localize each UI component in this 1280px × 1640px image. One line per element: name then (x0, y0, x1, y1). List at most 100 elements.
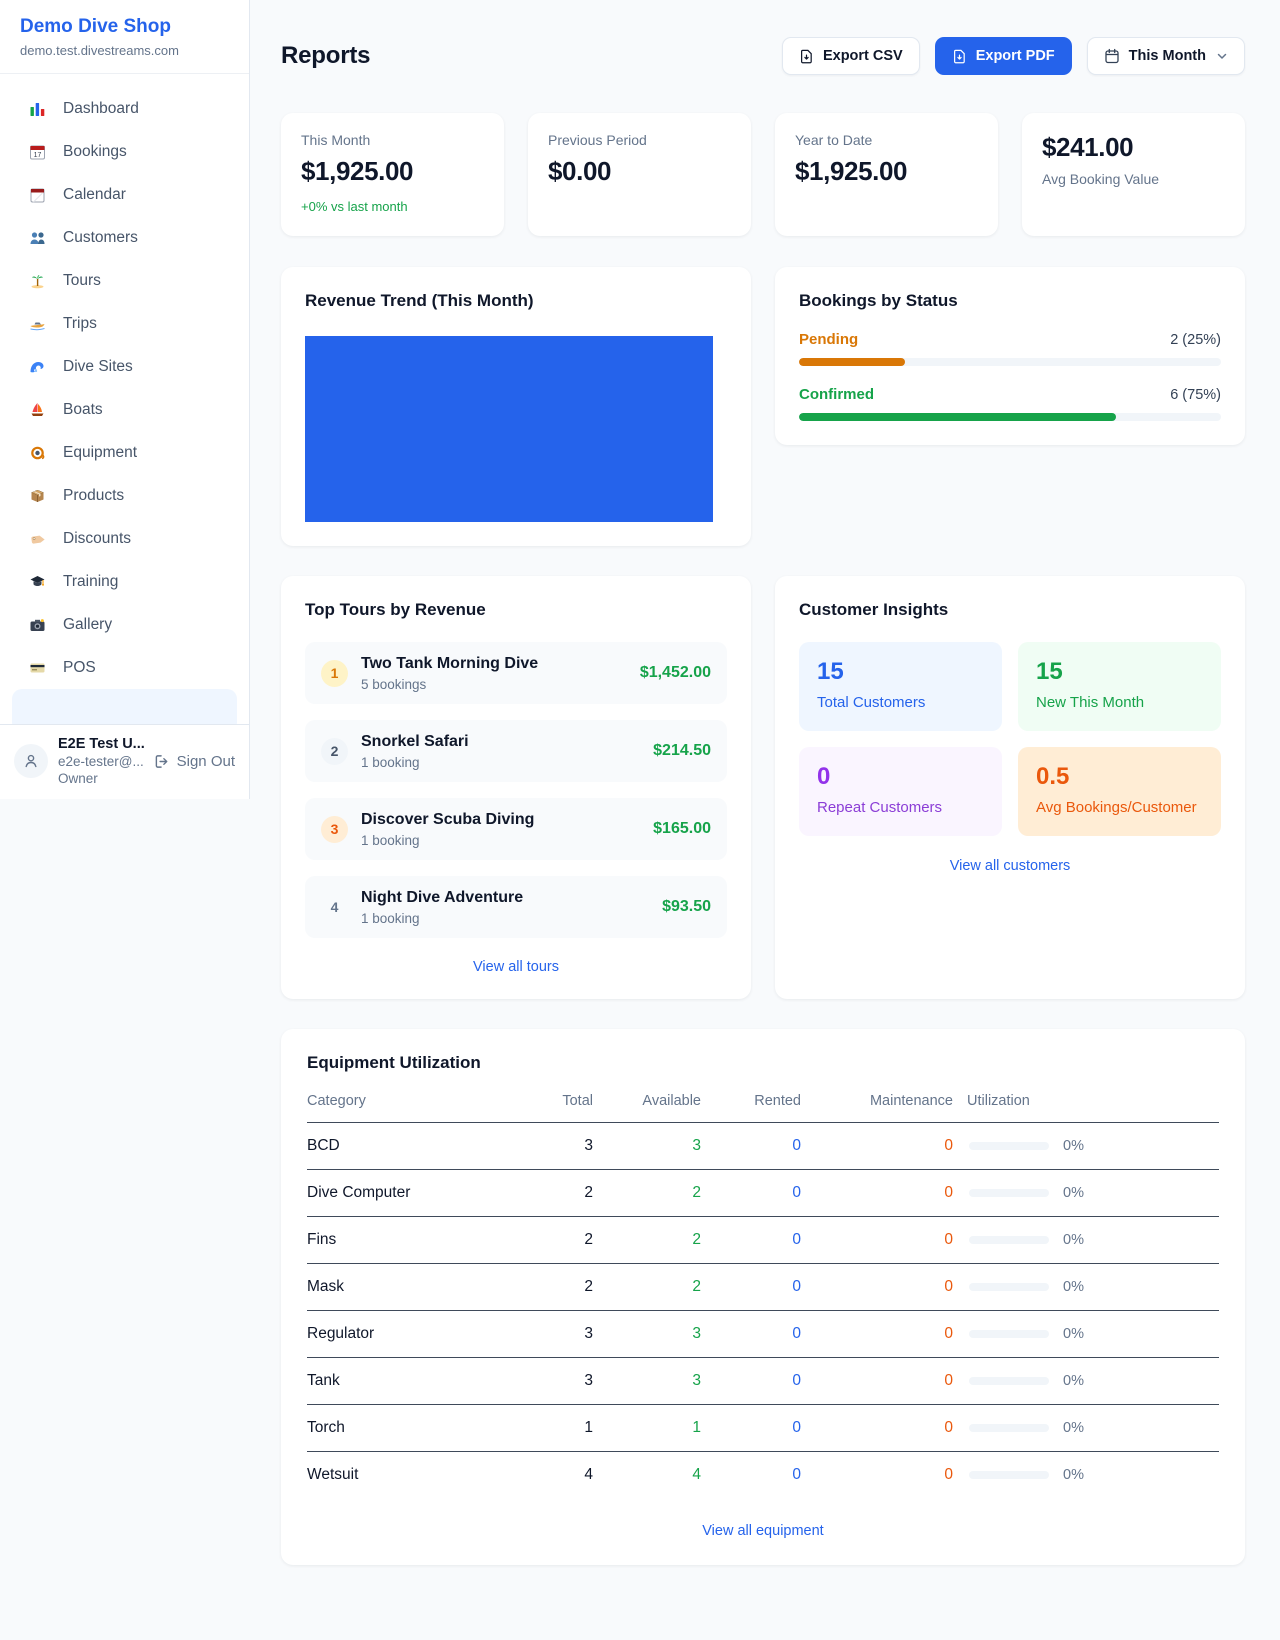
progress-track (799, 358, 1221, 366)
sidebar-item-label: Dashboard (63, 100, 139, 118)
sidebar-item-products[interactable]: Products (12, 474, 237, 517)
column-header-rented: Rented (715, 1093, 815, 1123)
chevron-down-icon (1216, 50, 1228, 62)
sidebar-item-pos[interactable]: POS (12, 646, 237, 689)
tour-name: Two Tank Morning Dive (361, 654, 627, 674)
top-tours-title: Top Tours by Revenue (305, 600, 727, 620)
row-charts: Revenue Trend (This Month) Bookings by S… (281, 267, 1245, 546)
sidebar-item-calendar[interactable]: Calendar (12, 173, 237, 216)
sign-out-button[interactable]: Sign Out (154, 753, 235, 770)
sidebar-item-reports-active[interactable] (12, 689, 237, 724)
user-email: e2e-tester@... (58, 754, 144, 769)
tour-row: 3 Discover Scuba Diving 1 booking $165.0… (305, 798, 727, 860)
insight-tile-total-customers: 15 Total Customers (799, 642, 1002, 731)
sidebar-item-trips[interactable]: Trips (12, 302, 237, 345)
sidebar-item-label: Training (63, 573, 118, 591)
table-row: Regulator 3 3 0 0 0% (307, 1311, 1219, 1358)
cell-total: 2 (535, 1170, 607, 1217)
tour-name: Discover Scuba Diving (361, 810, 640, 830)
stat-label: Previous Period (548, 132, 731, 148)
view-all-tours-link[interactable]: View all tours (305, 959, 727, 975)
sign-out-icon (154, 754, 170, 769)
cell-rented: 0 (715, 1452, 815, 1499)
progress-track (799, 413, 1221, 421)
cell-category: Regulator (307, 1311, 535, 1358)
sign-out-label: Sign Out (177, 753, 235, 770)
status-label: Pending (799, 331, 858, 348)
tour-revenue: $165.00 (653, 820, 711, 838)
cell-total: 4 (535, 1452, 607, 1499)
sidebar-item-dashboard[interactable]: Dashboard (12, 87, 237, 130)
sidebar-item-tours[interactable]: Tours (12, 259, 237, 302)
table-header-row: Category Total Available Rented Maintena… (307, 1093, 1219, 1123)
cell-available: 2 (607, 1170, 715, 1217)
view-all-equipment-link[interactable]: View all equipment (307, 1523, 1219, 1539)
utilization-percent: 0% (1063, 1279, 1084, 1295)
utilization-cell: 0% (967, 1467, 1219, 1483)
status-label: Confirmed (799, 386, 874, 403)
sidebar-item-training[interactable]: Training (12, 560, 237, 603)
export-pdf-label: Export PDF (976, 48, 1055, 64)
tile-value: 15 (817, 658, 984, 686)
island-icon (26, 272, 48, 290)
status-row-confirmed: Confirmed 6 (75%) (799, 386, 1221, 421)
cell-maintenance: 0 (815, 1170, 967, 1217)
bookings-by-status-card: Bookings by Status Pending 2 (25%) Confi… (775, 267, 1245, 445)
sidebar-item-dive-sites[interactable]: Dive Sites (12, 345, 237, 388)
sidebar-item-label: Calendar (63, 186, 126, 204)
sidebar-item-customers[interactable]: Customers (12, 216, 237, 259)
progress-fill-pending (799, 358, 905, 366)
cell-maintenance: 0 (815, 1123, 967, 1170)
rank-badge: 2 (321, 738, 348, 765)
tile-value: 15 (1036, 658, 1203, 686)
period-selector[interactable]: This Month (1087, 37, 1245, 75)
cell-total: 2 (535, 1264, 607, 1311)
equipment-utilization-title: Equipment Utilization (307, 1053, 1219, 1073)
cell-rented: 0 (715, 1358, 815, 1405)
revenue-trend-chart (305, 336, 713, 522)
sidebar-item-label: Equipment (63, 444, 137, 462)
user-role: Owner (58, 771, 144, 786)
stat-value: $0.00 (548, 156, 731, 187)
tour-revenue: $93.50 (662, 898, 711, 916)
sidebar-item-equipment[interactable]: Equipment (12, 431, 237, 474)
view-all-customers-link[interactable]: View all customers (799, 858, 1221, 874)
export-pdf-button[interactable]: Export PDF (935, 37, 1072, 75)
utilization-cell: 0% (967, 1279, 1219, 1295)
tour-list: 1 Two Tank Morning Dive 5 bookings $1,45… (305, 642, 727, 938)
table-row: Dive Computer 2 2 0 0 0% (307, 1170, 1219, 1217)
table-row: Mask 2 2 0 0 0% (307, 1264, 1219, 1311)
tour-bookings: 1 booking (361, 833, 640, 848)
utilization-cell: 0% (967, 1138, 1219, 1154)
sidebar-item-label: Products (63, 487, 124, 505)
tag-icon (26, 530, 48, 548)
cell-category: Fins (307, 1217, 535, 1264)
stat-value: $241.00 (1042, 132, 1225, 163)
sidebar-item-gallery[interactable]: Gallery (12, 603, 237, 646)
cell-total: 2 (535, 1217, 607, 1264)
sidebar-item-discounts[interactable]: Discounts (12, 517, 237, 560)
stat-value: $1,925.00 (795, 156, 978, 187)
user-info: E2E Test U... e2e-tester@... Owner (58, 736, 144, 786)
page-header: Reports Export CSV Export PDF This Month (281, 26, 1245, 86)
equipment-utilization-card: Equipment Utilization Category Total Ava… (281, 1029, 1245, 1565)
insight-tile-new-this-month: 15 New This Month (1018, 642, 1221, 731)
bar-chart-icon (26, 100, 48, 118)
sidebar-item-bookings[interactable]: 17 Bookings (12, 130, 237, 173)
utilization-percent: 0% (1063, 1420, 1084, 1436)
sidebar-item-boats[interactable]: Boats (12, 388, 237, 431)
cell-available: 2 (607, 1264, 715, 1311)
cell-maintenance: 0 (815, 1452, 967, 1499)
brand-block: Demo Dive Shop demo.test.divestreams.com (0, 0, 249, 74)
sidebar-item-label: Discounts (63, 530, 131, 548)
cell-total: 3 (535, 1358, 607, 1405)
tile-label: Repeat Customers (817, 799, 984, 816)
sidebar-item-label: Customers (63, 229, 138, 247)
package-icon (26, 487, 48, 505)
utilization-cell: 0% (967, 1185, 1219, 1201)
tour-revenue: $214.50 (653, 742, 711, 760)
export-csv-button[interactable]: Export CSV (782, 37, 920, 75)
stat-label: This Month (301, 132, 484, 148)
customer-insights-title: Customer Insights (799, 600, 1221, 620)
camera-icon (26, 616, 48, 634)
